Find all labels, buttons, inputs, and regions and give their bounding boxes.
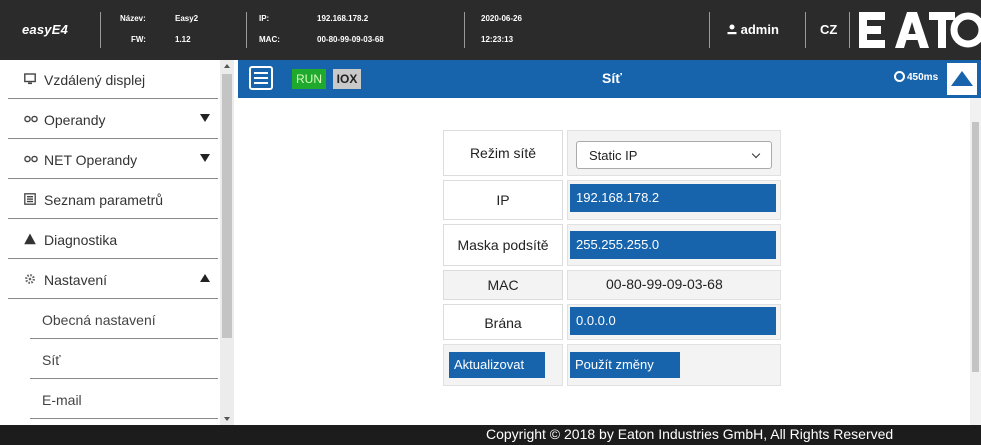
link-icon	[24, 112, 38, 124]
sidebar-item-label: Vzdálený displej	[44, 72, 146, 88]
run-status-badge[interactable]: RUN	[292, 69, 326, 89]
chevron-down-icon[interactable]	[200, 114, 210, 122]
sidebar-item-operands[interactable]: Operandy	[8, 100, 218, 139]
menu-icon-bar	[254, 82, 268, 84]
mac-value: 00-80-99-09-03-68	[317, 35, 384, 44]
firmware-label: FW:	[131, 35, 146, 44]
firmware-value: 1.12	[175, 35, 191, 44]
header-divider	[805, 12, 806, 48]
copyright-text: Copyright © 2018 by Eaton Industries Gmb…	[486, 426, 894, 442]
link-icon	[24, 152, 38, 164]
user-menu[interactable]: admin	[727, 22, 779, 37]
gear-icon	[24, 272, 36, 284]
language-selector[interactable]: CZ	[820, 22, 837, 37]
main-toolbar: RUN IOX Síť 450ms	[238, 60, 981, 98]
navigation-sidebar: Vzdálený displej Operandy NET Operandy S…	[0, 60, 232, 425]
header-divider	[464, 12, 465, 48]
gateway-label: Brána	[443, 304, 563, 340]
sidebar-item-label: Seznam parametrů	[44, 192, 164, 208]
scroll-to-top-button[interactable]	[947, 63, 977, 95]
warning-icon	[24, 232, 36, 245]
device-name-label: Název:	[120, 14, 146, 23]
chevron-down-icon[interactable]	[200, 154, 210, 162]
sidebar-subitem-general-settings[interactable]: Obecná nastavení	[30, 300, 218, 339]
scroll-up-arrow-icon[interactable]	[224, 64, 230, 68]
content-scroll-thumb[interactable]	[972, 122, 979, 372]
network-mode-value: Static IP	[589, 148, 638, 163]
mac-address-label: MAC	[443, 270, 563, 300]
content-scrollbar[interactable]	[970, 98, 981, 425]
header-divider	[100, 12, 101, 48]
triangle-up-icon	[951, 71, 973, 86]
subnet-mask-input[interactable]: 255.255.255.0	[570, 231, 776, 259]
ip-label: IP:	[259, 14, 270, 23]
sidebar-item-label: NET Operandy	[44, 152, 138, 168]
chevron-down-icon	[751, 149, 761, 159]
device-name-value: Easy2	[175, 14, 199, 23]
page-footer: Copyright © 2018 by Eaton Industries Gmb…	[0, 425, 981, 445]
menu-icon-bar	[254, 72, 268, 74]
subnet-mask-label: Maska podsítě	[443, 224, 563, 266]
page-title: Síť	[602, 70, 622, 86]
sidebar-item-label: Diagnostika	[44, 232, 118, 248]
user-icon	[727, 22, 741, 37]
sidebar-item-parameter-list[interactable]: Seznam parametrů	[8, 180, 218, 219]
cycle-time-value: 450ms	[907, 72, 939, 83]
list-icon	[24, 192, 36, 205]
ip-address-input[interactable]: 192.168.178.2	[570, 184, 776, 212]
monitor-icon	[24, 72, 36, 85]
scroll-down-arrow-icon[interactable]	[224, 417, 230, 421]
sidebar-item-label: Operandy	[44, 112, 106, 128]
top-header: easyE4 Název: Easy2 FW: 1.12 IP: 192.168…	[0, 0, 981, 60]
ip-value: 192.168.178.2	[317, 14, 369, 23]
sidebar-subitem-label: E-mail	[42, 392, 82, 408]
header-time: 12:23:13	[481, 35, 514, 44]
sidebar-item-settings[interactable]: Nastavení	[8, 260, 218, 299]
sidebar-subitem-label: Obecná nastavení	[42, 312, 156, 328]
refresh-timer-icon	[894, 71, 905, 82]
sidebar-item-remote-display[interactable]: Vzdálený displej	[8, 60, 218, 99]
hamburger-menu-button[interactable]	[249, 66, 273, 90]
refresh-button[interactable]: Aktualizovat	[449, 352, 545, 378]
sidebar-scrollbar[interactable]	[220, 60, 234, 425]
user-name: admin	[740, 22, 779, 37]
network-mode-select[interactable]: Static IP	[576, 141, 772, 169]
iox-status-badge[interactable]: IOX	[333, 69, 361, 89]
sidebar-item-label: Nastavení	[44, 272, 108, 288]
mac-label: MAC:	[259, 35, 280, 44]
sidebar-subitem-network[interactable]: Síť	[30, 340, 218, 379]
header-divider	[709, 12, 710, 48]
ip-address-label: IP	[443, 180, 563, 220]
chevron-up-icon[interactable]	[200, 274, 210, 282]
sidebar-scroll-thumb[interactable]	[222, 74, 232, 338]
header-divider	[849, 12, 850, 48]
cycle-time-indicator: 450ms	[894, 71, 938, 83]
sidebar-subitem-label: Síť	[42, 352, 61, 368]
header-divider	[246, 12, 247, 48]
mac-address-value: 00-80-99-09-03-68	[606, 276, 723, 292]
product-brand: easyE4	[22, 22, 69, 37]
network-mode-label: Režim sítě	[443, 130, 563, 176]
eaton-logo	[857, 10, 981, 50]
header-date: 2020-06-26	[481, 14, 522, 23]
sidebar-subitem-email[interactable]: E-mail	[30, 380, 218, 419]
sidebar-item-diagnostics[interactable]: Diagnostika	[8, 220, 218, 259]
menu-icon-bar	[254, 77, 268, 79]
apply-changes-button[interactable]: Použít změny	[570, 352, 680, 378]
sidebar-item-net-operands[interactable]: NET Operandy	[8, 140, 218, 179]
gateway-input[interactable]: 0.0.0.0	[570, 307, 776, 335]
